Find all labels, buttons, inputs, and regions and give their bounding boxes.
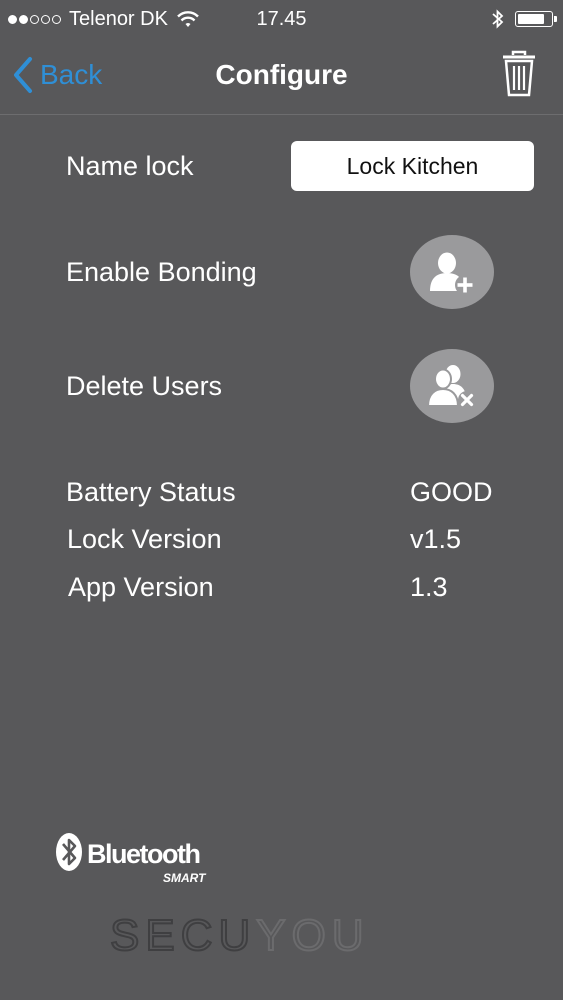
enable-bonding-label: Enable Bonding: [66, 257, 257, 287]
lock-name-input[interactable]: [291, 141, 534, 191]
navigation-bar: Back Configure: [0, 40, 563, 115]
status-right: [491, 8, 557, 30]
name-lock-label: Name lock: [66, 151, 194, 181]
delete-lock-button[interactable]: [501, 50, 537, 103]
battery-status-value: GOOD: [410, 477, 493, 507]
delete-users-button[interactable]: [410, 349, 494, 423]
status-bar: Telenor DK 17.45: [0, 0, 563, 40]
battery-status-label: Battery Status: [66, 477, 236, 507]
brand-you: YOU: [256, 912, 369, 958]
svg-text:SECUYOU: SECUYOU: [110, 912, 370, 958]
bluetooth-icon: [492, 9, 504, 29]
app-version-value: 1.3: [410, 572, 448, 602]
bluetooth-wordmark: Bluetooth: [87, 839, 199, 869]
battery-icon: [515, 11, 557, 27]
add-user-icon: [430, 252, 475, 295]
trash-icon: [503, 50, 535, 97]
lock-version-value: v1.5: [410, 524, 462, 554]
lock-version-label: Lock Version: [67, 524, 222, 554]
delete-users-label: Delete Users: [66, 371, 223, 401]
clock: 17.45: [256, 8, 307, 30]
secuyou-logo: SECUYOU: [109, 910, 470, 963]
app-version-label: App Version: [68, 572, 214, 602]
enable-bonding-button[interactable]: [410, 235, 494, 309]
remove-users-icon: [426, 365, 476, 409]
brand-secu: SECU: [110, 912, 256, 958]
page-title: Configure: [215, 59, 348, 90]
bluetooth-smart-text: SMART: [163, 871, 207, 885]
bluetooth-smart-logo: Bluetooth SMART: [55, 830, 215, 891]
